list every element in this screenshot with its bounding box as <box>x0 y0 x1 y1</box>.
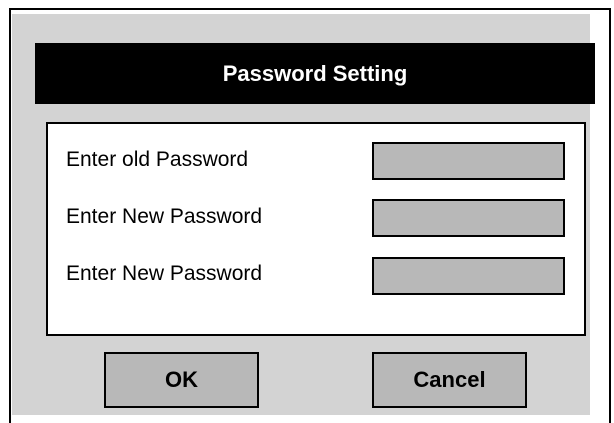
old-password-label: Enter old Password <box>66 148 249 171</box>
new-password-label: Enter New Password <box>66 205 263 228</box>
cancel-button[interactable]: Cancel <box>372 352 527 408</box>
confirm-password-label: Enter New Password <box>66 262 263 285</box>
new-password-field[interactable] <box>372 199 565 237</box>
old-password-field[interactable] <box>372 142 565 180</box>
ok-button[interactable]: OK <box>104 352 259 408</box>
dialog-title: Password Setting <box>222 60 408 86</box>
confirm-password-field[interactable] <box>372 257 565 295</box>
dialog-title-bar: Password Setting <box>35 43 595 104</box>
